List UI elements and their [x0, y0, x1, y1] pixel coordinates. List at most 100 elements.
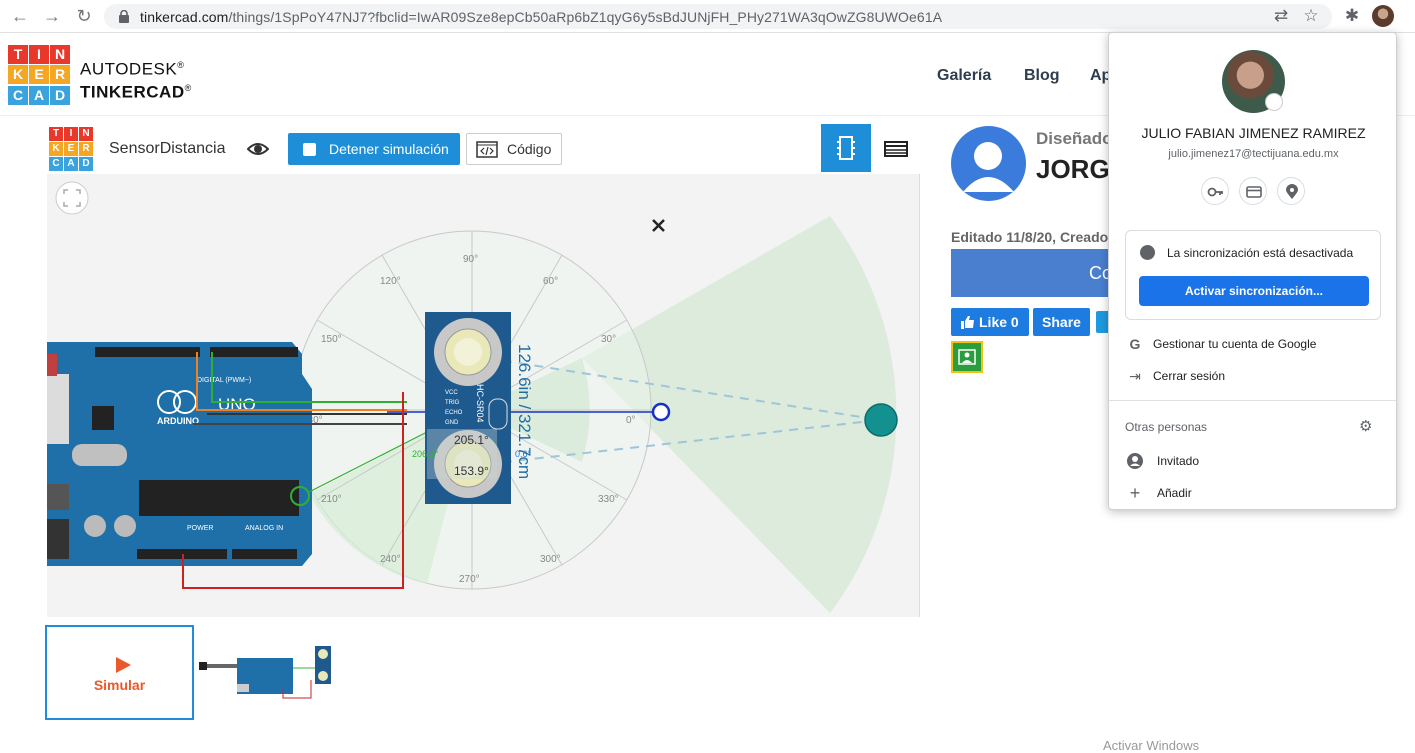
circuit-thumbnail[interactable]	[197, 640, 337, 705]
translate-icon[interactable]: ⇄	[1271, 6, 1291, 26]
power-label: POWER	[187, 525, 213, 532]
angle-label: 270°	[459, 574, 480, 585]
stop-simulation-label: Detener simulación	[329, 141, 449, 157]
logo-letter: C	[49, 157, 63, 171]
code-button[interactable]: Código	[466, 133, 562, 165]
sign-out-item[interactable]: ⇥ Cerrar sesión	[1109, 361, 1396, 391]
star-icon[interactable]: ☆	[1301, 6, 1321, 26]
google-classroom-icon[interactable]	[951, 341, 983, 373]
play-icon	[116, 657, 131, 673]
profile-avatar-icon[interactable]	[1372, 5, 1394, 27]
angle-label: 60°	[543, 276, 558, 287]
logo-letter: D	[79, 157, 93, 171]
stop-icon	[303, 143, 316, 156]
add-label: Añadir	[1157, 486, 1192, 500]
schematic-view-button[interactable]	[821, 124, 871, 172]
logo-letter: A	[29, 85, 49, 105]
pin-label: ECHO	[445, 410, 463, 416]
forward-icon[interactable]: →	[42, 6, 62, 26]
logo-letter: R	[79, 142, 93, 156]
profile-name: JULIO FABIAN JIMENEZ RAMIREZ	[1141, 125, 1366, 141]
logo-letter: E	[29, 65, 49, 85]
pin-label: VCC	[445, 390, 458, 396]
sync-status-text: La sincronización está desactivada	[1167, 246, 1354, 260]
passwords-key-icon[interactable]	[1201, 177, 1229, 205]
sync-card: La sincronización está desactivada Activ…	[1125, 230, 1381, 320]
breadboard-icon	[837, 136, 855, 160]
extensions-icon[interactable]: ✱	[1342, 6, 1362, 26]
reload-icon[interactable]: ↻	[74, 6, 94, 26]
browser-toolbar: ← → ↻ tinkercad.com/things/1SpPoY47NJ7?f…	[0, 0, 1415, 33]
sync-disabled-icon	[1140, 245, 1155, 260]
back-icon[interactable]: ←	[10, 6, 30, 26]
logo-letter: K	[8, 65, 28, 85]
add-profile-item[interactable]: + Añadir	[1109, 478, 1396, 508]
arduino-brand-label: ARDUINO	[157, 416, 199, 426]
url-text: tinkercad.com/things/1SpPoY47NJ7?fbclid=…	[140, 9, 942, 25]
profile-email: julio.jimenez17@tectijuana.edu.mx	[1168, 148, 1339, 160]
pin-label: GND	[445, 420, 459, 426]
analog-label: ANALOG IN	[245, 525, 283, 532]
logo-letter: T	[8, 45, 28, 64]
user-icon	[963, 142, 1014, 192]
eye-icon[interactable]	[247, 139, 269, 159]
fit-view-icon[interactable]	[55, 181, 89, 215]
logo-letter: R	[50, 65, 70, 85]
logo-letter: I	[29, 45, 49, 64]
code-icon	[476, 141, 498, 158]
gear-icon[interactable]: ⚙	[1359, 417, 1372, 435]
project-title[interactable]: SensorDistancia	[109, 140, 226, 158]
nav-blog[interactable]: Blog	[1024, 67, 1060, 85]
classroom-glyph	[958, 349, 976, 365]
code-button-label: Código	[507, 141, 552, 157]
facebook-like-button[interactable]: Like 0	[951, 308, 1029, 336]
enable-sync-button[interactable]: Activar sincronización...	[1139, 276, 1369, 306]
brand-reg-mark-2: ®	[184, 82, 192, 93]
brand-text: AUTODESK® TINKERCAD®	[80, 56, 192, 102]
copy-and-tinker-button[interactable]: Co	[951, 249, 1112, 297]
addresses-location-icon[interactable]	[1277, 177, 1305, 205]
sign-out-label: Cerrar sesión	[1153, 369, 1226, 383]
address-bar[interactable]: tinkercad.com/things/1SpPoY47NJ7?fbclid=…	[104, 4, 1332, 29]
other-people-heading: Otras personas	[1125, 420, 1208, 434]
angle-reading-2: 153.9°	[454, 464, 489, 478]
lock-icon	[119, 10, 129, 23]
simulate-thumbnail[interactable]: Simular	[45, 625, 194, 720]
target-object[interactable]	[864, 403, 898, 437]
simulation-canvas[interactable]: 90° 60° 30° 0° 330° 300° 270° 240° 210° …	[47, 174, 920, 617]
google-g-icon: G	[1129, 336, 1141, 352]
url-host: tinkercad.com	[140, 9, 229, 25]
payment-card-icon[interactable]	[1239, 177, 1267, 205]
thumbs-up-icon	[961, 316, 974, 329]
edited-date: Editado 11/8/20, Creado	[951, 229, 1109, 245]
nav-galeria[interactable]: Galería	[937, 67, 991, 85]
logo-letter: T	[49, 127, 63, 141]
component-list-button[interactable]	[871, 124, 921, 172]
designed-by-label: Diseñado	[1036, 129, 1113, 148]
like-button-label: Like 0	[979, 314, 1019, 330]
angle-reading-1: 205.1°	[454, 433, 489, 447]
author-name[interactable]: JORG	[1036, 154, 1110, 185]
tinkercad-mini-logo[interactable]: TIN KER CAD	[49, 127, 93, 171]
manage-account-label: Gestionar tu cuenta de Google	[1153, 337, 1317, 351]
angle-label: 150°	[321, 334, 342, 345]
angle-label: 300°	[540, 554, 561, 565]
plus-icon: +	[1129, 483, 1141, 503]
author-avatar[interactable]	[951, 126, 1026, 201]
url-path: /things/1SpPoY47NJ7?fbclid=IwAR09Sze8epC…	[228, 9, 943, 25]
tinkercad-logo[interactable]: TIN KER CAD	[8, 45, 70, 105]
editor-toolbar: TIN KER CAD SensorDistancia Detener simula…	[47, 124, 921, 174]
brand-line-2: TINKERCAD	[80, 82, 185, 102]
arduino-board[interactable]: DIGITAL (PWM~) ARDUINO UNO POWER ANALOG …	[47, 342, 312, 566]
guest-avatar-icon	[1127, 453, 1143, 469]
sensor-model-label: HC-SR04	[475, 384, 485, 423]
guest-label: Invitado	[1157, 454, 1200, 468]
facebook-share-button[interactable]: Share	[1033, 308, 1090, 336]
stop-simulation-button[interactable]: Detener simulación	[288, 133, 460, 165]
angle-label: 120°	[380, 276, 401, 287]
simulate-label: Simular	[93, 677, 146, 693]
manage-google-account-item[interactable]: G Gestionar tu cuenta de Google	[1109, 329, 1396, 359]
close-icon[interactable]	[652, 219, 665, 232]
sensor-marker[interactable]	[651, 402, 671, 422]
guest-profile-item[interactable]: Invitado	[1109, 446, 1396, 476]
